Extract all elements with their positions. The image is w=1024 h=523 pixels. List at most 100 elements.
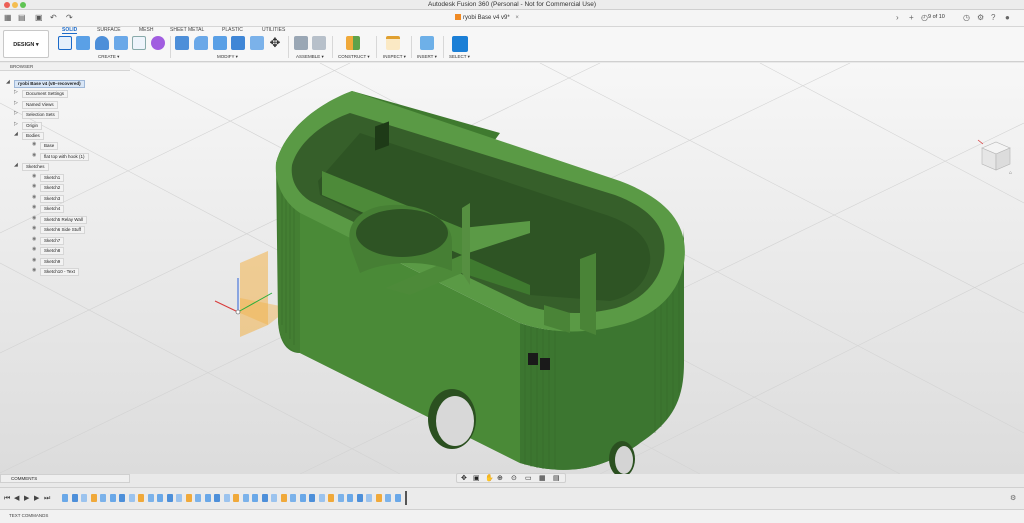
tree-item-sketch[interactable]: Sketch2 [40,183,65,192]
expand-arrow-icon[interactable]: ◢ [14,162,18,168]
form-icon[interactable] [151,36,165,50]
visibility-eye-icon[interactable]: ◉ [32,215,36,221]
timeline-start-icon[interactable]: ⏮ [4,495,10,502]
apps-grid-icon[interactable]: ▦ [4,14,12,22]
undo-icon[interactable]: ↶ [50,14,57,22]
timeline-feature-icon[interactable] [356,494,363,502]
browser-header[interactable]: BROWSER [0,63,130,71]
look-at-icon[interactable]: ▣ [473,474,480,482]
timeline-feature-icon[interactable] [375,494,382,502]
timeline-feature-icon[interactable] [119,494,125,502]
press-pull-icon[interactable] [175,36,189,50]
timeline-feature-icon[interactable] [214,494,220,502]
comments-panel[interactable]: COMMENTS [0,474,130,483]
timeline-feature-icon[interactable] [71,494,78,502]
tree-item-body-base[interactable]: Base [40,141,59,150]
timeline-feature-icon[interactable] [128,494,135,502]
pattern-icon[interactable] [132,36,146,50]
timeline-feature-icon[interactable] [195,494,201,502]
tree-item-sketch[interactable]: Sketch3 [40,194,65,203]
insert-group-label[interactable]: INSERT ▾ [417,54,437,60]
hole-icon[interactable] [114,36,128,50]
timeline-feature-icon[interactable] [252,494,258,502]
combine-icon[interactable] [250,36,264,50]
expand-arrow-icon[interactable]: ▷ [14,121,18,127]
joint-icon[interactable] [312,36,326,50]
timeline-feature-icon[interactable] [223,494,230,502]
tab-solid[interactable]: SOLID [62,27,78,34]
document-tab[interactable]: ryobi Base v4 v9* × [455,13,519,24]
collapse-icon[interactable]: › [896,13,899,22]
close-tab-icon[interactable]: × [515,15,519,21]
timeline-settings-icon[interactable]: ⚙ [1010,494,1016,502]
visibility-eye-icon[interactable]: ◉ [32,257,36,263]
tab-mesh[interactable]: MESH [139,27,153,33]
notifications-icon[interactable]: ◷ [963,13,970,22]
tab-surface[interactable]: SURFACE [97,27,121,33]
visibility-eye-icon[interactable]: ◉ [32,246,36,252]
timeline-feature-icon[interactable] [233,494,239,502]
timeline-feature-icon[interactable] [309,494,315,502]
chamfer-icon[interactable] [213,36,227,50]
timeline-feature-icon[interactable] [62,494,68,502]
timeline-feature-icon[interactable] [81,494,87,502]
move-icon[interactable]: ✥ [268,36,282,50]
visibility-eye-icon[interactable]: ◉ [32,173,36,179]
tab-utilities[interactable]: UTILITIES [262,27,285,33]
visibility-eye-icon[interactable]: ◉ [32,194,36,200]
expand-arrow-icon[interactable]: ▷ [14,100,18,106]
timeline-feature-icon[interactable] [280,494,287,502]
revolve-icon[interactable] [95,36,109,50]
timeline-feature-icon[interactable] [271,494,277,502]
viewcube[interactable]: ⌂ [976,136,1016,176]
tree-item-document-settings[interactable]: Document Settings [22,89,69,98]
timeline-feature-icon[interactable] [290,494,296,502]
timeline-feature-icon[interactable] [176,494,182,502]
timeline-feature-icon[interactable] [318,494,325,502]
tree-item-sketch[interactable]: Sketch4 [40,204,65,213]
timeline-marker[interactable] [405,491,407,505]
tab-plastic[interactable]: PLASTIC [222,27,243,33]
extensions-icon[interactable]: ⚙ [977,13,984,22]
timeline-feature-icon[interactable] [328,494,334,502]
timeline-end-icon[interactable]: ⏭ [44,495,50,502]
redo-icon[interactable]: ↷ [66,14,73,22]
tree-item-sketches[interactable]: Sketches [22,162,49,171]
visibility-eye-icon[interactable]: ◉ [32,141,36,147]
fillet-icon[interactable] [194,36,208,50]
shell-icon[interactable] [231,36,245,50]
account-icon[interactable]: ● [1005,13,1010,22]
assemble-group-label[interactable]: ASSEMBLE ▾ [296,54,324,60]
timeline-feature-icon[interactable] [138,494,144,502]
insert-image-icon[interactable] [420,36,434,50]
canvas-viewport[interactable]: ⌂ [0,63,1024,474]
select-icon[interactable] [452,36,468,52]
tree-item-body-flat-top[interactable]: flat top with hook (1) [40,152,89,161]
help-icon[interactable]: ? [991,13,995,22]
viewports-icon[interactable]: ▤ [553,474,560,482]
tree-item-origin[interactable]: Origin [22,121,43,130]
new-component-icon[interactable] [294,36,308,50]
timeline-feature-icon[interactable] [394,494,401,502]
grid-settings-icon[interactable]: ▦ [539,474,546,482]
model-body[interactable] [275,91,685,474]
tree-item-sketch[interactable]: Sketch1 [40,173,65,182]
tab-sheet-metal[interactable]: SHEET METAL [170,27,204,33]
expand-arrow-icon[interactable]: ▷ [14,110,18,116]
text-commands-bar[interactable]: TEXT COMMANDS [0,509,1024,523]
display-settings-icon[interactable]: ▭ [525,474,532,482]
tree-item-bodies[interactable]: Bodies [22,131,44,140]
tree-item-selection-sets[interactable]: Selection Sets [22,110,59,119]
visibility-eye-icon[interactable]: ◉ [32,152,36,158]
zoom-icon[interactable]: ⊕ [497,474,503,482]
visibility-eye-icon[interactable]: ◉ [32,225,36,231]
tree-item-sketch[interactable]: Sketch8 [40,246,65,255]
timeline-feature-icon[interactable] [109,494,116,502]
timeline-feature-icon[interactable] [147,494,154,502]
new-tab-icon[interactable]: + [909,13,914,22]
visibility-eye-icon[interactable]: ◉ [32,236,36,242]
file-menu-icon[interactable]: ▤ [18,14,26,22]
orbit-icon[interactable]: ✥ [461,474,467,482]
extrude-icon[interactable] [76,36,90,50]
create-sketch-icon[interactable] [58,36,72,50]
